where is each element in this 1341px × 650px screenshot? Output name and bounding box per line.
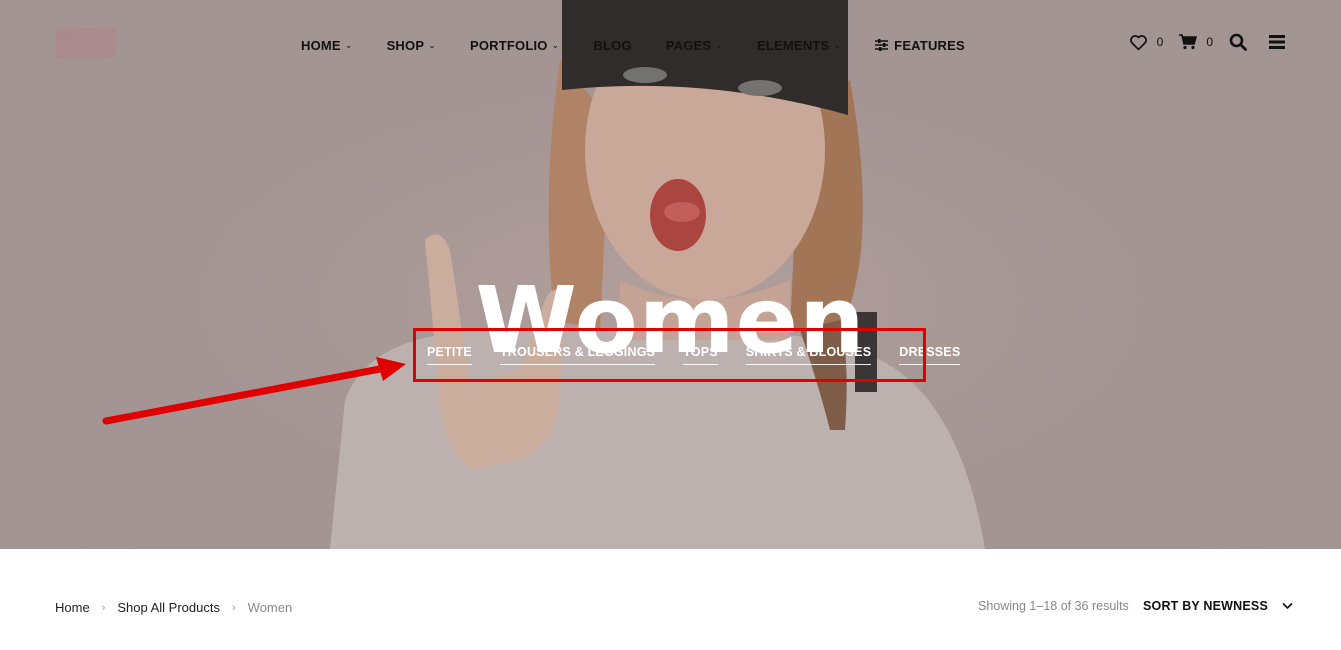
breadcrumb-separator-icon: › <box>231 601 236 614</box>
hero-banner: HOME ⌄ SHOP ⌄ PORTFOLIO ⌄ BLOG PAGES ⌄ E… <box>0 0 1341 549</box>
nav-item-home[interactable]: HOME ⌄ <box>301 38 353 53</box>
chevron-down-icon <box>1282 602 1293 610</box>
breadcrumb-current: Women <box>247 600 293 615</box>
cart-icon <box>1179 34 1198 50</box>
nav-item-label: HOME <box>301 37 341 53</box>
nav-item-label: PAGES <box>665 37 712 53</box>
nav-item-label: PORTFOLIO <box>469 37 548 53</box>
nav-item-label: BLOG <box>593 37 632 53</box>
cart-count: 0 <box>1206 35 1213 49</box>
search-button[interactable] <box>1229 33 1247 51</box>
search-icon <box>1229 33 1247 51</box>
sort-dropdown[interactable]: SORT BY NEWNESS <box>1143 599 1293 613</box>
nav-item-blog[interactable]: BLOG <box>593 38 631 53</box>
wishlist-count: 0 <box>1156 35 1164 49</box>
chevron-down-icon: ⌄ <box>715 39 724 50</box>
sliders-icon <box>875 39 889 51</box>
wishlist-button[interactable]: 0 <box>1129 34 1164 51</box>
header-actions: 0 0 <box>1113 33 1285 51</box>
nav-item-pages[interactable]: PAGES ⌄ <box>666 38 723 53</box>
chevron-down-icon: ⌄ <box>551 39 560 50</box>
chevron-down-icon: ⌄ <box>344 39 353 50</box>
main-navigation: HOME ⌄ SHOP ⌄ PORTFOLIO ⌄ BLOG PAGES ⌄ E… <box>301 35 999 55</box>
nav-item-label: ELEMENTS <box>757 37 830 53</box>
nav-item-features[interactable]: FEATURES <box>875 38 965 53</box>
site-logo[interactable] <box>56 28 116 58</box>
nav-item-portfolio[interactable]: PORTFOLIO ⌄ <box>470 38 559 53</box>
heart-icon <box>1129 34 1148 51</box>
breadcrumb: Home › Shop All Products › Women <box>55 600 292 615</box>
chevron-down-icon: ⌄ <box>833 39 842 50</box>
sort-label: SORT BY NEWNESS <box>1143 599 1269 613</box>
annotation-highlight-box <box>413 328 926 382</box>
nav-item-shop[interactable]: SHOP ⌄ <box>387 38 436 53</box>
nav-item-label: SHOP <box>386 37 425 53</box>
hamburger-menu-icon <box>1269 35 1285 49</box>
breadcrumb-link-shop[interactable]: Shop All Products <box>117 600 220 615</box>
nav-item-elements[interactable]: ELEMENTS ⌄ <box>757 38 841 53</box>
breadcrumb-separator-icon: › <box>101 601 106 614</box>
chevron-down-icon: ⌄ <box>428 39 436 50</box>
results-count: Showing 1–18 of 36 results <box>978 599 1129 613</box>
breadcrumb-link-home[interactable]: Home <box>55 600 90 615</box>
menu-button[interactable] <box>1269 35 1285 49</box>
nav-item-label: FEATURES <box>894 37 965 53</box>
cart-button[interactable]: 0 <box>1179 34 1213 50</box>
